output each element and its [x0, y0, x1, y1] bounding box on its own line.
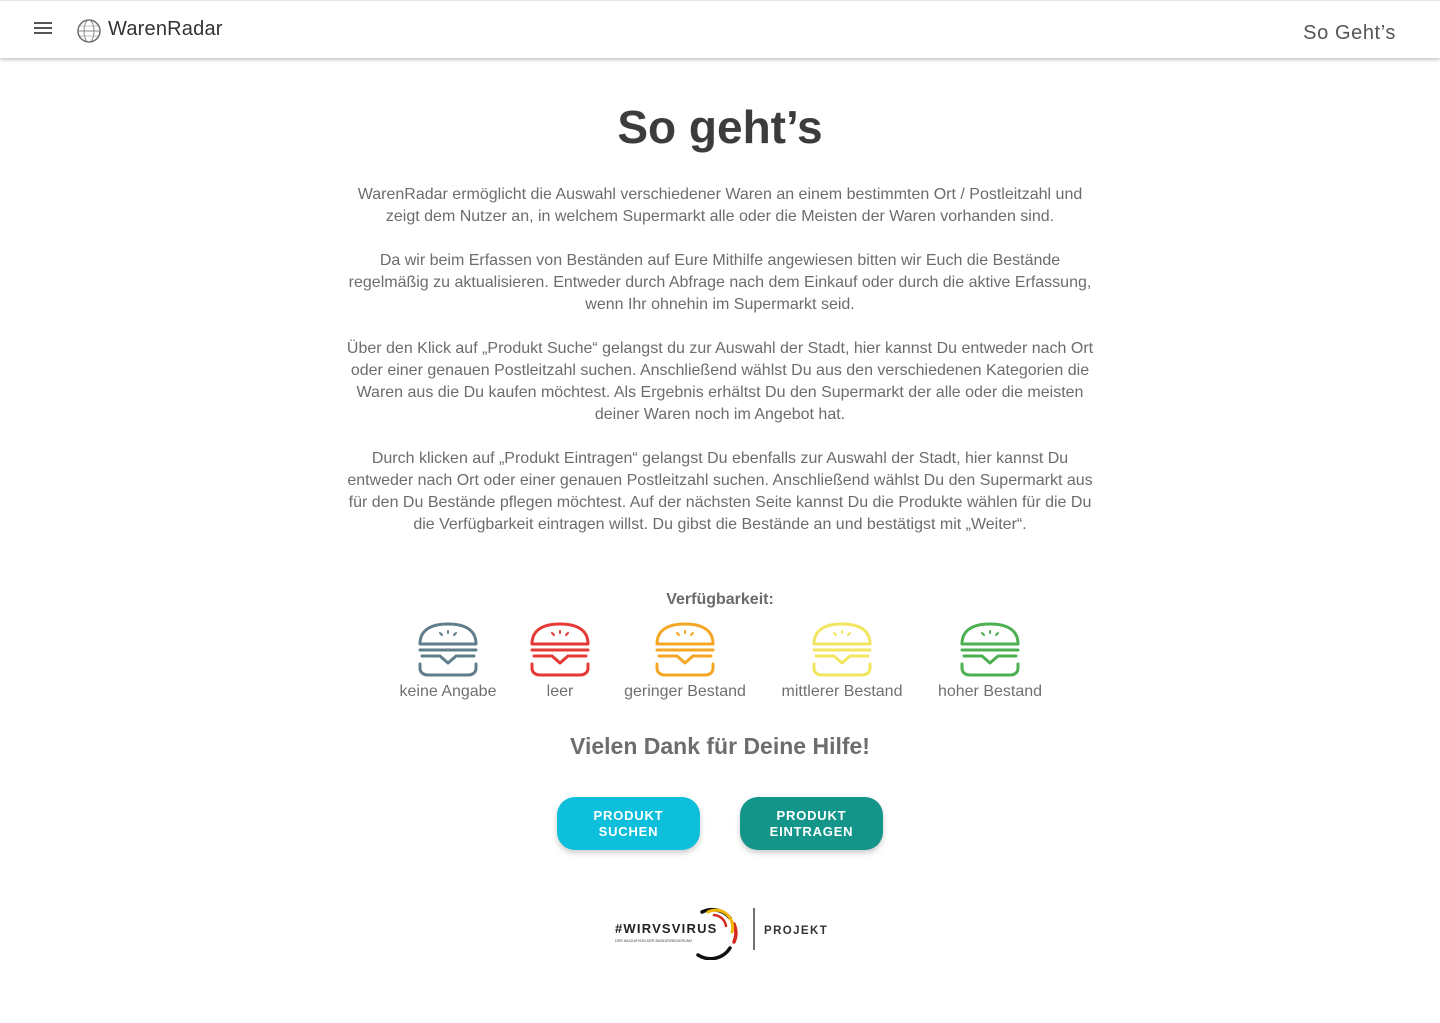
produkt-suchen-button[interactable]: PRODUKT SUCHEN	[557, 797, 700, 850]
burger-icon	[812, 622, 872, 677]
legend-label: mittlerer Bestand	[781, 683, 903, 700]
wirvsvirus-project-logo: #WIRVSVIRUS DER HACKATHON DER BUNDESREGI…	[615, 907, 828, 960]
intro-paragraph: WarenRadar ermöglicht die Auswahl versch…	[357, 186, 1083, 225]
intro-paragraph: Da wir beim Erfassen von Beständen auf E…	[348, 252, 1092, 313]
intro-paragraph: Durch klicken auf „Produkt Eintragen“ ge…	[347, 450, 1093, 533]
burger-icon	[530, 622, 590, 677]
produkt-eintragen-button[interactable]: PRODUKT EINTRAGEN	[740, 797, 883, 850]
page-title: So geht’s	[617, 101, 823, 153]
globe-logo-icon[interactable]	[76, 18, 102, 44]
button-label: PRODUKT EINTRAGEN	[769, 807, 854, 839]
brand-name[interactable]: WarenRadar	[108, 18, 223, 41]
legend-label: hoher Bestand	[937, 683, 1043, 700]
button-label: PRODUKT SUCHEN	[593, 807, 664, 839]
legend-item-hoher-bestand: hoher Bestand	[910, 620, 1070, 701]
burger-icon	[960, 622, 1020, 677]
legend-item-mittlerer-bestand: mittlerer Bestand	[762, 620, 922, 701]
burger-icon	[418, 622, 478, 677]
logo-hashtag: #WIRVSVIRUS	[615, 921, 718, 936]
app-bar: WarenRadar So Geht’s	[0, 0, 1440, 58]
burger-icon	[655, 622, 715, 677]
availability-title: Verfügbarkeit:	[666, 591, 774, 608]
logo-label: PROJEKT	[764, 925, 828, 937]
intro-text: WarenRadar ermöglicht die Auswahl versch…	[345, 184, 1095, 558]
legend-label: geringer Bestand	[624, 683, 746, 700]
intro-paragraph: Über den Klick auf „Produkt Suche“ gelan…	[346, 340, 1094, 423]
logo-subtitle: DER HACKATHON DER BUNDESREGIERUNG	[615, 939, 692, 943]
thanks-heading: Vielen Dank für Deine Hilfe!	[570, 733, 870, 759]
nav-link-so-gehts[interactable]: So Geht’s	[1303, 22, 1396, 45]
legend-item-geringer-bestand: geringer Bestand	[605, 620, 765, 701]
menu-icon[interactable]	[34, 22, 54, 38]
